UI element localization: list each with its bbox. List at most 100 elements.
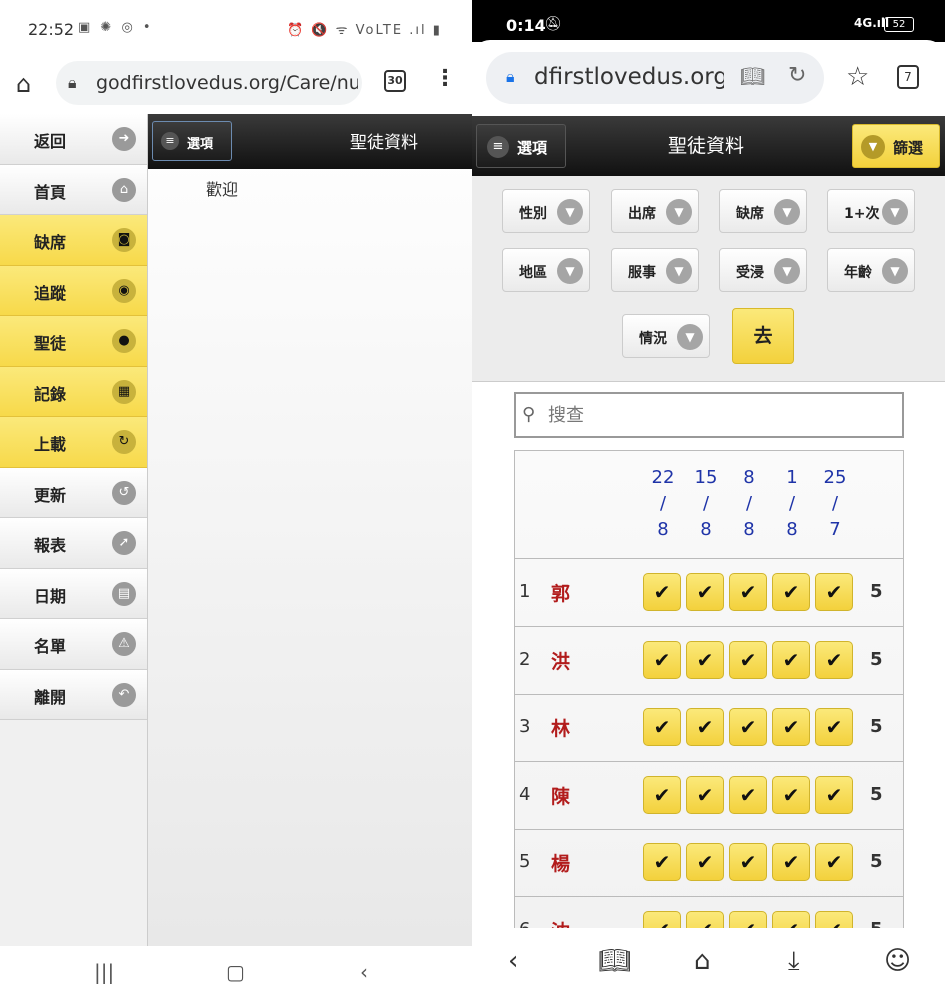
reader-mode-icon[interactable]: 📖︎ <box>740 64 765 88</box>
attendance-check-icon[interactable]: ✔ <box>729 708 767 746</box>
attendance-check-icon[interactable]: ✔ <box>772 573 810 611</box>
filter-dropdown[interactable]: 地區 ▼ <box>502 248 590 292</box>
attendance-check-icon[interactable]: ✔ <box>772 640 810 679</box>
home-icon[interactable]: ⌂ <box>694 946 711 976</box>
sidebar-item[interactable]: 上載 ↻ <box>0 417 147 468</box>
filter-dropdown[interactable]: 出席 ▼ <box>611 189 699 233</box>
profile-icon[interactable]: ☺ <box>884 946 911 976</box>
date-month: 7 <box>829 519 841 540</box>
attendance-check-icon[interactable]: ✔ <box>686 775 724 814</box>
back-icon[interactable]: ‹ <box>508 946 518 976</box>
home-nav-icon[interactable]: ▢ <box>226 960 245 984</box>
attendance-check-icon[interactable]: ✔ <box>643 775 681 814</box>
attendance-check-icon[interactable]: ✔ <box>729 573 767 611</box>
filter-dropdown[interactable]: 性別 ▼ <box>502 189 590 233</box>
member-name[interactable]: 林 <box>551 714 570 741</box>
attendance-check-icon[interactable]: ✔ <box>686 573 724 611</box>
sidebar-item[interactable]: 聖徒 ● <box>0 316 147 367</box>
sidebar-item[interactable]: 更新 ↺ <box>0 467 147 518</box>
sidebar-item[interactable]: 缺席 ◙ <box>0 215 147 266</box>
sidebar-item[interactable]: 報表 ➚ <box>0 518 147 569</box>
sidebar-item[interactable]: 首頁 ⌂ <box>0 164 147 215</box>
options-button[interactable]: ≡ 選項 <box>152 121 232 161</box>
status-bar: 22:52 ▣ ✺ ◎ • ⏰ 🔇 ᯤ VoLTE .ıl ▮ <box>0 0 472 58</box>
reload-icon[interactable]: ↻ <box>788 63 806 88</box>
address-bar[interactable]: 🔒︎ godfirstlovedus.org/Care/num <box>56 61 362 105</box>
attendance-check-icon[interactable]: ✔ <box>686 708 724 746</box>
date-month: 8 <box>657 519 669 540</box>
options-label: 選項 <box>187 137 214 152</box>
filter-dropdown[interactable]: 受浸 ▼ <box>719 248 807 292</box>
attendance-check-icon[interactable]: ✔ <box>643 843 681 881</box>
attendance-check-icon[interactable]: ✔ <box>815 843 853 881</box>
tab-switcher-button[interactable]: 7 <box>897 65 919 89</box>
member-name[interactable]: 洪 <box>551 647 570 674</box>
filter-dropdown[interactable]: 1+次 ▼ <box>827 189 915 233</box>
go-button[interactable]: 去 <box>732 308 794 364</box>
attendance-check-icon[interactable]: ✔ <box>772 843 810 881</box>
table-row[interactable]: 1 郭 ✔ ✔ ✔ ✔ ✔ 5 <box>515 559 903 627</box>
mute-icon: 🔕︎ <box>544 16 562 32</box>
sidebar-item-label: 報表 <box>34 536 67 555</box>
more-menu-icon[interactable]: ⋮ <box>434 66 456 91</box>
table-row[interactable]: 2 洪 ✔ ✔ ✔ ✔ ✔ 5 <box>515 627 903 695</box>
attendance-check-icon[interactable]: ✔ <box>815 640 853 679</box>
filter-dropdown[interactable]: 服事 ▼ <box>611 248 699 292</box>
table-row[interactable]: 5 楊 ✔ ✔ ✔ ✔ ✔ 5 <box>515 829 903 897</box>
sidebar-item[interactable]: 追蹤 ◉ <box>0 265 147 316</box>
sidebar-item[interactable]: 日期 ▤ <box>0 568 147 619</box>
chevron-down-icon: ▼ <box>882 258 908 284</box>
attendance-check-icon[interactable]: ✔ <box>686 843 724 881</box>
sidebar-item[interactable]: 返回 ➜ <box>0 114 147 165</box>
attendance-check-icon[interactable]: ✔ <box>643 573 681 611</box>
recent-apps-icon[interactable]: ||| <box>94 960 114 984</box>
filter-dropdown[interactable]: 缺席 ▼ <box>719 189 807 233</box>
downloads-icon[interactable]: ⤓ <box>788 946 800 977</box>
back-nav-icon[interactable]: ‹ <box>360 960 368 984</box>
user-icon: ● <box>112 329 136 353</box>
tab-switcher-button[interactable]: 30 <box>384 70 406 92</box>
attendance-total: 5 <box>870 648 883 670</box>
member-name[interactable]: 陳 <box>551 782 570 809</box>
attendance-check-icon[interactable]: ✔ <box>729 775 767 814</box>
arrow-right-icon: ➜ <box>112 127 136 151</box>
chevron-down-icon: ▼ <box>666 258 692 284</box>
attendance-check-icon[interactable]: ✔ <box>772 775 810 814</box>
attendance-check-icon[interactable]: ✔ <box>729 640 767 679</box>
member-name[interactable]: 郭 <box>551 579 570 606</box>
attendance-check-icon[interactable]: ✔ <box>772 708 810 746</box>
attendance-check-icon[interactable]: ✔ <box>686 640 724 679</box>
attendance-check-icon[interactable]: ✔ <box>815 775 853 814</box>
chevron-down-icon: ▼ <box>677 324 703 350</box>
attendance-check-icon[interactable]: ✔ <box>643 708 681 746</box>
calendar-icon: ▤ <box>112 581 136 606</box>
filter-dropdown[interactable]: 年齡 ▼ <box>827 248 915 292</box>
filter-button[interactable]: ▼ 篩選 <box>852 124 940 168</box>
filter-panel: 去 性別 ▼ 出席 ▼ 缺席 ▼ 1+次 ▼ 地區 ▼ 服事 ▼ 受浸 ▼ 年齡 ▼ 情況 ▼ <box>472 176 945 382</box>
address-bar[interactable]: 🔒︎ dfirstlovedus.org 📖︎ ↻ <box>486 52 824 104</box>
attendance-check-icon[interactable]: ✔ <box>815 573 853 611</box>
bookmark-star-icon[interactable]: ☆ <box>846 62 869 92</box>
options-button[interactable]: ≡ 選項 <box>476 124 566 168</box>
status-bar: 0:14 🔕︎ 4G.ıll 52 <box>472 0 945 42</box>
sidebar-item[interactable]: 名單 ⚠ <box>0 619 147 670</box>
table-row[interactable]: 4 陳 ✔ ✔ ✔ ✔ ✔ 5 <box>515 762 903 830</box>
attendance-check-icon[interactable]: ✔ <box>815 708 853 746</box>
date-day: 8 <box>743 467 755 488</box>
browser-bottom-nav: ‹ 📖︎ ⌂ ⤓ ☺ <box>472 928 945 1000</box>
table-row[interactable]: 3 林 ✔ ✔ ✔ ✔ ✔ 5 <box>515 694 903 762</box>
sidebar-item[interactable]: 離開 ↶ <box>0 669 147 720</box>
page-header: ≡ 選項 聖徒資料 <box>148 114 472 169</box>
main-content: ≡ 選項 聖徒資料 歡迎 <box>148 114 472 946</box>
search-input[interactable] <box>548 400 888 430</box>
member-name[interactable]: 楊 <box>551 849 570 876</box>
attendance-check-icon[interactable]: ✔ <box>643 640 681 679</box>
side-menu: 返回 ➜ 首頁 ⌂ 缺席 ◙ 追蹤 ◉ 聖徒 ● 記錄 ▦ 上載 ↻ 更新 ↺ 報表 ➚ 日期 ▤ 名單 ⚠ 離開 ↶ <box>0 114 148 946</box>
table-row[interactable]: 6沈✔✔✔✔✔5 <box>515 897 903 929</box>
bookmarks-icon[interactable]: 📖︎ <box>598 946 631 976</box>
sidebar-item[interactable]: 記錄 ▦ <box>0 366 147 417</box>
filter-dropdown[interactable]: 情況 ▼ <box>622 314 710 358</box>
date-column-header: 25 / 7 <box>815 465 855 543</box>
attendance-check-icon[interactable]: ✔ <box>729 843 767 881</box>
home-icon[interactable]: ⌂ <box>16 70 31 98</box>
